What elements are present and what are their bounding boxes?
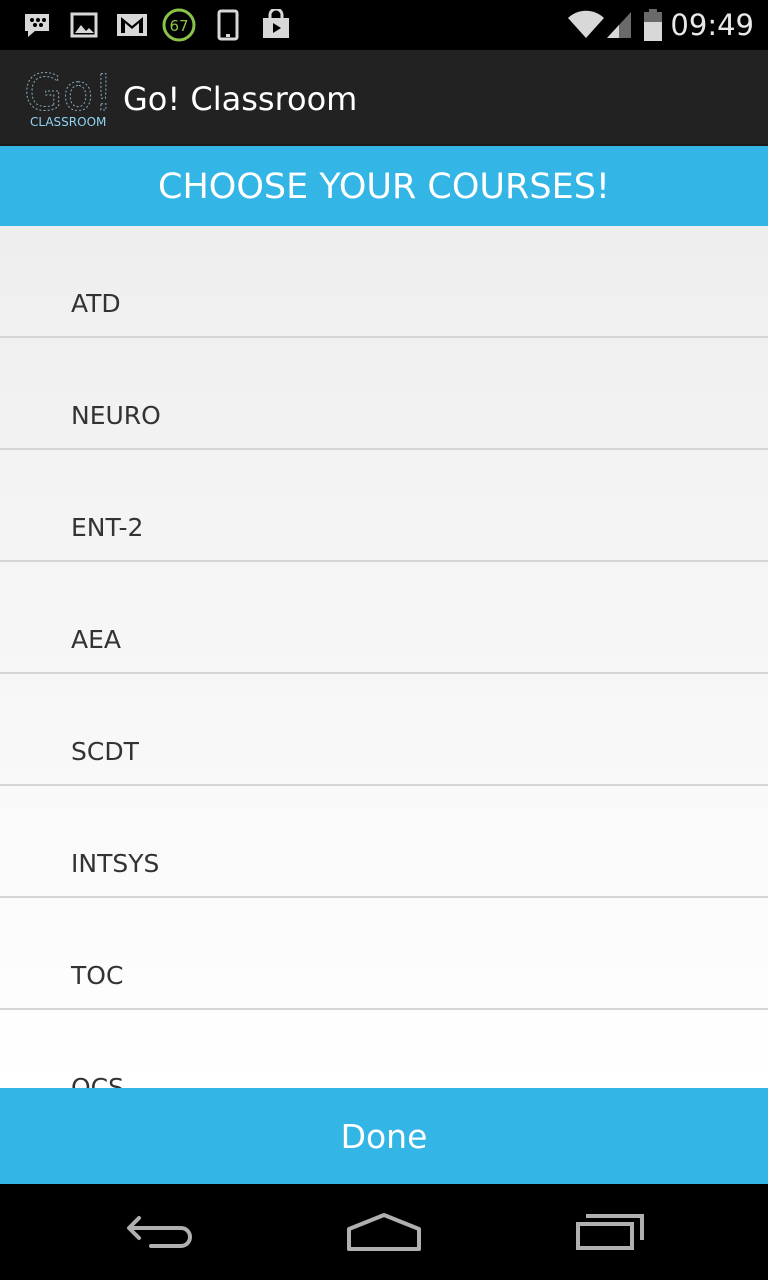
course-label: TOC	[71, 961, 124, 990]
home-icon[interactable]	[309, 1184, 459, 1280]
course-item-ocs[interactable]: OCS	[0, 1010, 768, 1089]
wifi-icon	[566, 0, 606, 50]
app-title: Go! Classroom	[123, 80, 358, 118]
course-list[interactable]: ATD NEURO ENT-2 AEA SCDT INTSYS TOC OCS	[0, 226, 768, 1088]
course-label: OCS	[71, 1073, 125, 1089]
signal-icon	[604, 0, 634, 50]
bbm-icon	[20, 0, 54, 50]
course-item-ent-2[interactable]: ENT-2	[0, 450, 768, 562]
gmail-icon	[113, 0, 151, 50]
status-bar: 67 09:49	[0, 0, 768, 50]
course-label: INTSYS	[71, 849, 160, 878]
phone-icon	[214, 0, 242, 50]
battery-badge-text: 67	[169, 17, 188, 35]
logo-go-text: Go!	[24, 64, 113, 122]
status-time: 09:49	[670, 8, 754, 42]
gallery-icon	[68, 0, 100, 50]
course-item-neuro[interactable]: NEURO	[0, 338, 768, 450]
course-label: SCDT	[71, 737, 139, 766]
course-item-intsys[interactable]: INTSYS	[0, 786, 768, 898]
done-button[interactable]: Done	[0, 1088, 768, 1184]
recent-apps-icon[interactable]	[535, 1184, 685, 1280]
course-item-atd[interactable]: ATD	[0, 226, 768, 338]
course-item-aea[interactable]: AEA	[0, 562, 768, 674]
navigation-bar	[0, 1184, 768, 1280]
course-label: AEA	[71, 625, 121, 654]
course-label: NEURO	[71, 401, 161, 430]
logo-classroom-text: CLASSROOM	[30, 115, 106, 129]
back-icon[interactable]	[85, 1184, 235, 1280]
course-label: ENT-2	[71, 513, 144, 542]
battery-widget-icon: 67	[160, 0, 198, 50]
course-item-toc[interactable]: TOC	[0, 898, 768, 1010]
battery-icon	[640, 0, 666, 50]
app-logo[interactable]: Go! CLASSROOM	[22, 64, 114, 134]
action-bar: Go! CLASSROOM Go! Classroom	[0, 50, 768, 146]
play-store-icon	[258, 0, 294, 50]
course-label: ATD	[71, 289, 121, 318]
choose-courses-banner: CHOOSE YOUR COURSES!	[0, 146, 768, 226]
course-item-scdt[interactable]: SCDT	[0, 674, 768, 786]
